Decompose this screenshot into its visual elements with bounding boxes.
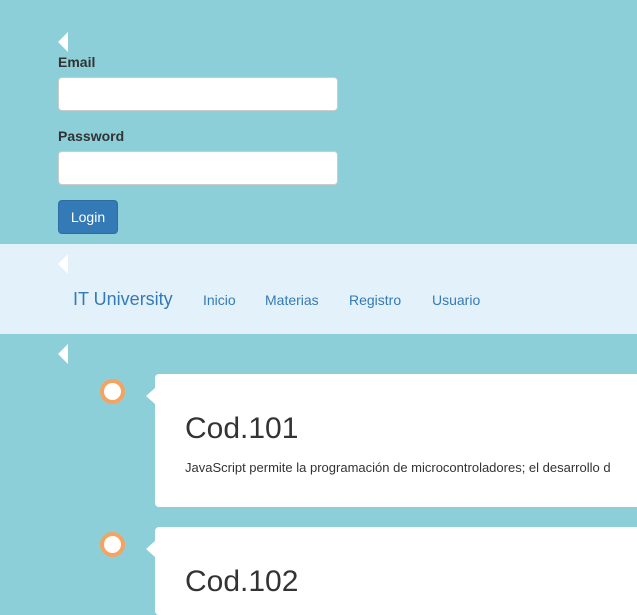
nav-link-materias[interactable]: Materias xyxy=(265,292,319,308)
circle-marker-icon xyxy=(100,532,125,557)
password-field[interactable] xyxy=(58,151,338,185)
email-label: Email xyxy=(58,54,96,70)
login-button[interactable]: Login xyxy=(58,200,118,234)
nav-link-registro[interactable]: Registro xyxy=(349,292,401,308)
nav-link-inicio[interactable]: Inicio xyxy=(203,292,236,308)
email-field[interactable] xyxy=(58,77,338,111)
card-pointer xyxy=(146,388,155,404)
timeline-card: Cod.102 xyxy=(155,527,637,615)
password-label: Password xyxy=(58,128,125,144)
card-title: Cod.102 xyxy=(185,565,299,598)
nav-link-usuario[interactable]: Usuario xyxy=(432,292,480,308)
circle-marker-icon xyxy=(100,379,125,404)
login-section: Email Password Login xyxy=(0,0,637,244)
card-pointer xyxy=(146,541,155,557)
caret-left-icon[interactable] xyxy=(58,254,68,274)
timeline-card: Cod.101 JavaScript permite la programaci… xyxy=(155,374,637,507)
caret-left-icon[interactable] xyxy=(58,344,68,364)
caret-left-icon[interactable] xyxy=(58,32,68,52)
card-title: Cod.101 xyxy=(185,412,299,445)
brand-link[interactable]: IT University xyxy=(73,289,173,310)
card-text: JavaScript permite la programación de mi… xyxy=(185,460,611,475)
navbar: IT University Inicio Materias Registro U… xyxy=(0,244,637,334)
